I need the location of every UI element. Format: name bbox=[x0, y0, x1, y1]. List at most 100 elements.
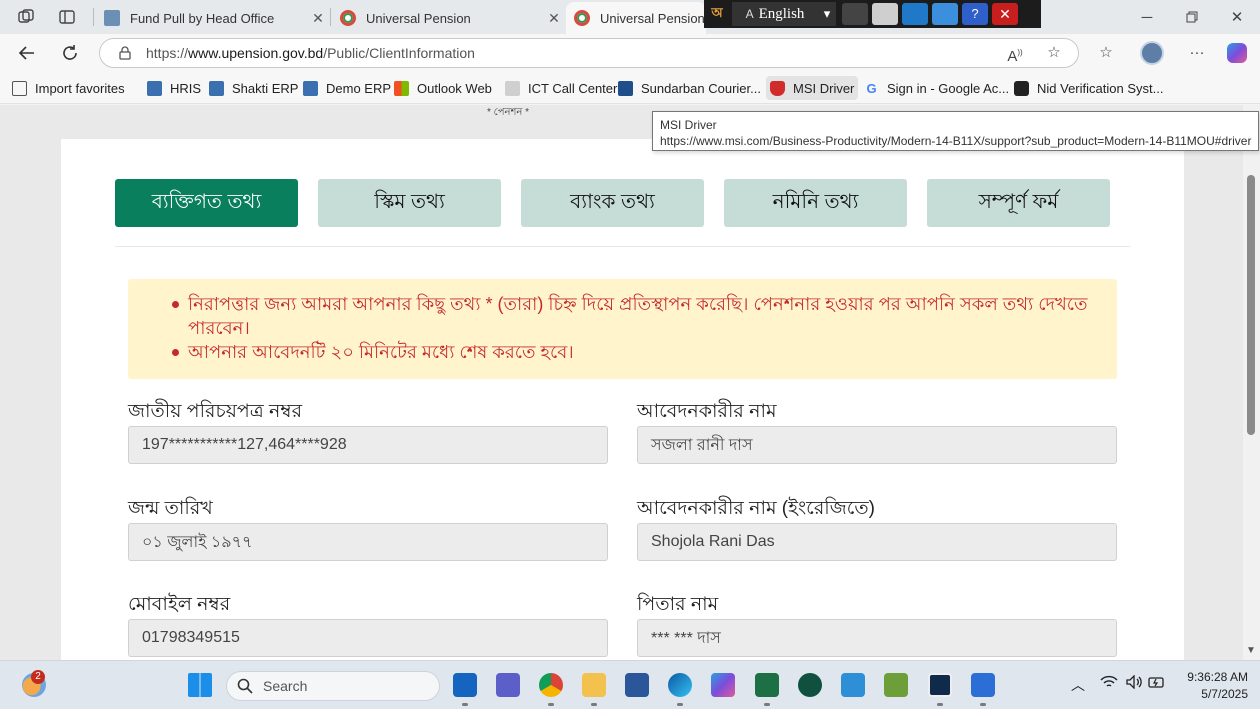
applicant-name-en-field[interactable]: Shojola Rani Das bbox=[637, 523, 1117, 561]
bijoy-icon[interactable]: অ bbox=[704, 2, 730, 26]
minimize-button[interactable]: ─ bbox=[1124, 0, 1170, 34]
close-icon[interactable]: ✕ bbox=[308, 10, 328, 27]
copilot-app-icon[interactable] bbox=[711, 673, 735, 697]
restore-button[interactable] bbox=[1169, 0, 1215, 34]
start-icon[interactable] bbox=[188, 673, 212, 697]
vertical-tabs-icon[interactable] bbox=[58, 8, 76, 26]
globe-icon[interactable] bbox=[932, 3, 958, 25]
system-clock[interactable]: 9:36:28 AM 5/7/2025 bbox=[1170, 669, 1248, 703]
close-icon[interactable]: ✕ bbox=[992, 3, 1018, 25]
tab-title: Universal Pension bbox=[600, 10, 705, 26]
running-indicator bbox=[548, 703, 554, 706]
lock-icon[interactable] bbox=[118, 46, 132, 60]
file-explorer-icon[interactable] bbox=[582, 673, 606, 697]
step-bank-info[interactable]: ব্যাংক তথ্য bbox=[521, 179, 704, 227]
taskbar-search[interactable]: Search bbox=[226, 671, 440, 701]
favorite-nid-verification[interactable]: Nid Verification Syst... bbox=[1010, 76, 1167, 100]
running-indicator bbox=[677, 703, 683, 706]
favorite-ict-call-center[interactable]: ICT Call Center bbox=[501, 76, 621, 100]
favorite-import[interactable]: Import favorites bbox=[8, 76, 129, 100]
more-options-icon[interactable]: ··· bbox=[1187, 43, 1207, 63]
favorite-demo-erp[interactable]: Demo ERP bbox=[299, 76, 395, 100]
running-indicator bbox=[980, 703, 986, 706]
chrome-icon[interactable] bbox=[539, 673, 563, 697]
step-complete-form[interactable]: সম্পূর্ণ ফর্ম bbox=[927, 179, 1110, 227]
browser-toolbar: https://www.upension.gov.bd/Public/Clien… bbox=[0, 34, 1260, 72]
address-bar[interactable]: https://www.upension.gov.bd/Public/Clien… bbox=[99, 38, 1079, 68]
favorite-google-signin[interactable]: G Sign in - Google Ac... bbox=[860, 76, 1013, 100]
favorite-shakti-erp[interactable]: Shakti ERP bbox=[205, 76, 302, 100]
running-indicator bbox=[462, 703, 468, 706]
step-personal-info[interactable]: ব্যক্তিগত তথ্য bbox=[115, 179, 298, 227]
refresh-button[interactable] bbox=[57, 41, 83, 65]
taskbar: 2 Search ︿ 9:36:28 AM 5/7/2025 bbox=[0, 660, 1260, 709]
dob-field[interactable]: ০১ জুলাই ১৯৭৭ bbox=[128, 523, 608, 561]
tooltip-url: https://www.msi.com/Business-Productivit… bbox=[660, 134, 1252, 148]
read-aloud-icon[interactable]: A)) bbox=[1005, 43, 1025, 65]
favorites-bar: Import favorites HRIS Shakti ERP Demo ER… bbox=[0, 72, 1260, 104]
avatar[interactable] bbox=[1140, 41, 1164, 65]
pension-logo-icon bbox=[340, 10, 356, 26]
mouse-icon[interactable] bbox=[872, 3, 898, 25]
tab-universal-pension-1[interactable]: Universal Pension ✕ bbox=[332, 2, 564, 34]
applicant-name-en-label: আবেদনকারীর নাম (ইংরেজিতে) bbox=[637, 498, 875, 519]
tab-separator bbox=[330, 8, 331, 26]
outlook-icon[interactable] bbox=[453, 673, 477, 697]
link-tooltip: MSI Driver https://www.msi.com/Business-… bbox=[652, 111, 1259, 151]
notification-badge: 2 bbox=[31, 670, 45, 684]
paint-icon[interactable] bbox=[971, 673, 995, 697]
favorites-icon[interactable]: ☆ bbox=[1096, 43, 1116, 63]
edge-icon[interactable] bbox=[668, 673, 692, 697]
language-selector[interactable]: A English bbox=[732, 2, 818, 26]
favorite-outlook-web[interactable]: Outlook Web bbox=[390, 76, 496, 100]
step-scheme-info[interactable]: স্কিম তথ্য bbox=[318, 179, 501, 227]
msi-shield-icon bbox=[770, 80, 785, 96]
mobile-label: মোবাইল নম্বর bbox=[128, 594, 231, 615]
favorite-star-icon[interactable]: ☆ bbox=[1044, 43, 1064, 63]
keyboard-icon[interactable] bbox=[842, 3, 868, 25]
help-icon[interactable]: ? bbox=[962, 3, 988, 25]
applicant-name-field[interactable]: সজলা রানী দাস bbox=[637, 426, 1117, 464]
chevron-up-icon[interactable]: ︿ bbox=[1071, 675, 1085, 695]
excel-icon[interactable] bbox=[755, 673, 779, 697]
tab-universal-pension-2[interactable]: Universal Pension bbox=[566, 2, 706, 34]
running-indicator bbox=[591, 703, 597, 706]
nid-field[interactable]: 197***********127,464****928 bbox=[128, 426, 608, 464]
teamviewer-icon[interactable] bbox=[928, 673, 952, 697]
word-icon[interactable] bbox=[625, 673, 649, 697]
volume-icon[interactable] bbox=[1125, 674, 1143, 692]
teams-icon[interactable] bbox=[496, 673, 520, 697]
remote-desktop-icon[interactable] bbox=[841, 673, 865, 697]
father-name-field[interactable]: *** *** দাস bbox=[637, 619, 1117, 657]
battery-icon[interactable] bbox=[1148, 675, 1166, 692]
page-icon bbox=[505, 80, 520, 96]
favorite-sundarban-courier[interactable]: Sundarban Courier... bbox=[614, 76, 765, 100]
notice-box: নিরাপত্তার জন্য আমরা আপনার কিছু তথ্য * (… bbox=[128, 279, 1117, 379]
windows-logo-icon bbox=[394, 80, 409, 96]
notice-item: নিরাপত্তার জন্য আমরা আপনার কিছু তথ্য * (… bbox=[172, 292, 1097, 340]
close-icon[interactable]: ✕ bbox=[544, 10, 564, 27]
language-label: English bbox=[758, 5, 805, 22]
scrollbar-thumb[interactable] bbox=[1247, 175, 1255, 435]
workspaces-icon[interactable] bbox=[17, 8, 35, 26]
network-app-icon[interactable] bbox=[884, 673, 908, 697]
pension-logo-icon bbox=[574, 10, 590, 26]
nimbus-icon[interactable] bbox=[798, 673, 822, 697]
back-button[interactable] bbox=[14, 41, 40, 65]
step-nominee-info[interactable]: নমিনি তথ্য bbox=[724, 179, 907, 227]
vertical-scrollbar[interactable]: ▼ bbox=[1243, 105, 1260, 660]
scroll-down-arrow[interactable]: ▼ bbox=[1246, 645, 1256, 656]
close-window-button[interactable]: ✕ bbox=[1214, 0, 1260, 34]
google-icon: G bbox=[866, 80, 877, 96]
settings-icon[interactable] bbox=[902, 3, 928, 25]
courier-icon bbox=[618, 80, 633, 96]
favorite-hris[interactable]: HRIS bbox=[143, 76, 205, 100]
favorite-msi-driver[interactable]: MSI Driver bbox=[766, 76, 859, 100]
tab-fund-pull[interactable]: Fund Pull by Head Office ✕ bbox=[96, 2, 328, 34]
copilot-icon[interactable] bbox=[1227, 43, 1247, 63]
wifi-icon[interactable] bbox=[1100, 675, 1118, 692]
angular-icon bbox=[1014, 80, 1029, 96]
chevron-down-icon[interactable]: ▾ bbox=[818, 2, 836, 26]
mobile-field[interactable]: 01798349515 bbox=[128, 619, 608, 657]
search-placeholder: Search bbox=[263, 678, 308, 694]
